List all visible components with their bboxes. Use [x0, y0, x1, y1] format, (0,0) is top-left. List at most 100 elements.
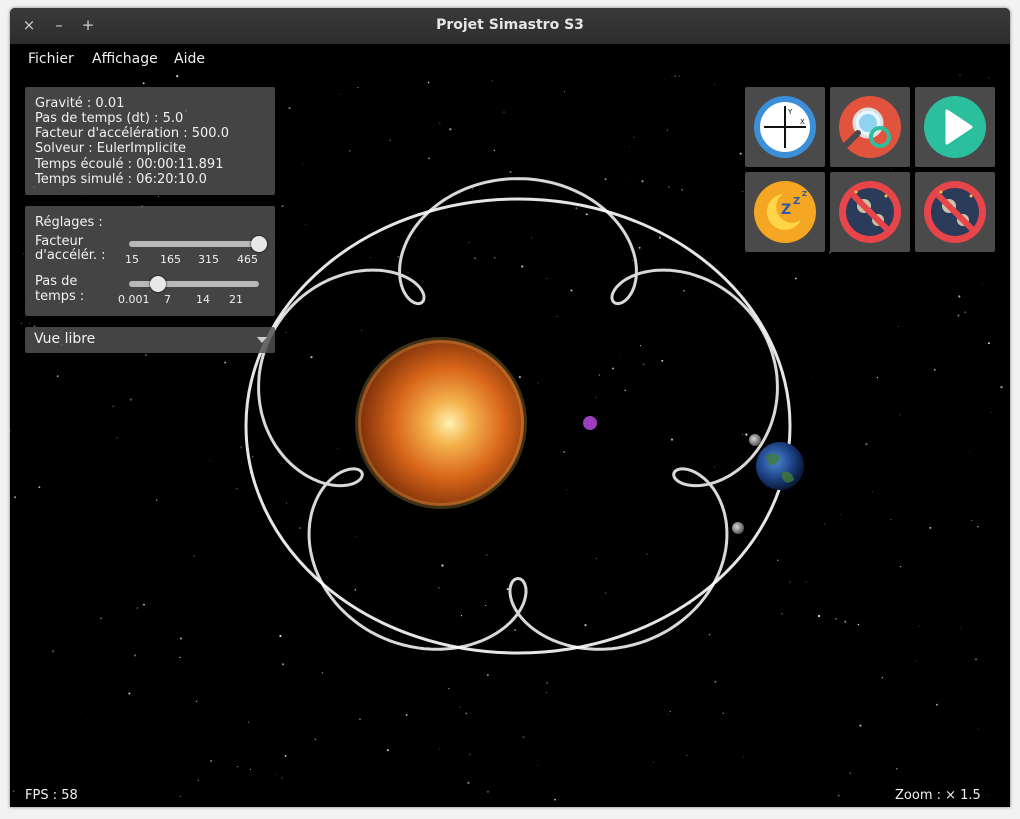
accel-label-2: d'accélér. :: [35, 248, 106, 263]
star: [165, 512, 166, 513]
accel-slider-track[interactable]: [129, 241, 259, 247]
moon[interactable]: [732, 522, 744, 534]
star: [224, 361, 227, 364]
search-button[interactable]: [830, 87, 910, 167]
star: [741, 434, 743, 436]
star: [570, 289, 573, 292]
moon[interactable]: [749, 434, 761, 446]
star: [414, 236, 416, 239]
star: [794, 277, 797, 280]
star: [354, 535, 356, 537]
menu-aide[interactable]: Aide: [174, 51, 205, 67]
star: [918, 625, 920, 627]
star: [193, 555, 195, 557]
star: [86, 719, 88, 721]
star: [745, 433, 748, 436]
earth[interactable]: [756, 442, 804, 490]
star: [288, 107, 291, 110]
svg-text:Z: Z: [793, 196, 800, 207]
play-button[interactable]: [915, 87, 995, 167]
axes-icon: Y X: [754, 96, 816, 158]
star: [357, 86, 359, 88]
axes-button[interactable]: Y X: [745, 87, 825, 167]
star: [584, 623, 587, 627]
center-of-mass-marker: [583, 416, 597, 430]
dt-tick: 0.001: [118, 293, 150, 306]
simulated-time-readout: Temps simulé : 06:20:10.0: [35, 172, 207, 187]
menu-bar: Fichier Affichage Aide: [10, 44, 1010, 74]
svg-text:X: X: [800, 118, 805, 126]
star: [284, 755, 287, 757]
star: [739, 152, 742, 155]
star: [56, 375, 59, 378]
accel-slider-thumb[interactable]: [251, 236, 267, 252]
star: [247, 721, 250, 723]
star: [604, 178, 607, 181]
star: [176, 75, 179, 78]
star: [957, 314, 960, 317]
star: [986, 794, 988, 796]
star: [674, 75, 676, 77]
star: [670, 438, 674, 441]
dt-tick: 21: [229, 293, 243, 306]
star: [575, 207, 578, 210]
star: [667, 186, 670, 188]
star: [299, 527, 301, 529]
star: [354, 589, 357, 591]
dt-slider-track[interactable]: [129, 281, 259, 287]
dt-slider-thumb[interactable]: [149, 276, 166, 292]
star: [304, 805, 305, 807]
star: [349, 149, 351, 152]
menu-fichier[interactable]: Fichier: [28, 51, 74, 67]
star: [982, 282, 983, 284]
elapsed-time-readout: Temps écoulé : 00:00:11.891: [35, 157, 224, 172]
settings-panel: Réglages : Facteur d'accélér. : 15 165 3…: [25, 206, 275, 316]
star: [518, 376, 521, 379]
star: [661, 359, 664, 362]
no-collision-button[interactable]: [830, 172, 910, 252]
star: [556, 315, 558, 317]
star: [743, 756, 745, 758]
no-collision-button-2[interactable]: [915, 172, 995, 252]
star: [468, 753, 471, 756]
star: [144, 353, 148, 357]
accel-label: Facteur: [35, 234, 84, 249]
star: [817, 614, 821, 618]
star: [667, 714, 668, 716]
star: [629, 178, 630, 179]
star: [441, 564, 444, 567]
star: [305, 224, 306, 225]
star: [812, 375, 813, 377]
svg-text:Z: Z: [802, 190, 807, 198]
star: [256, 626, 258, 628]
star: [714, 680, 717, 683]
menu-affichage[interactable]: Affichage: [92, 51, 158, 67]
star: [439, 748, 440, 750]
star: [646, 553, 648, 555]
star: [958, 295, 961, 298]
star: [805, 581, 807, 582]
solver-readout: Solveur : EulerImplicite: [35, 141, 186, 156]
star: [823, 523, 826, 526]
star: [197, 779, 199, 781]
star: [595, 396, 597, 398]
star: [468, 242, 470, 244]
star: [521, 265, 524, 268]
view-mode-select[interactable]: Vue libre: [25, 327, 275, 353]
star: [876, 376, 879, 379]
star: [612, 367, 614, 370]
star: [428, 157, 430, 160]
star: [251, 455, 254, 458]
simulation-canvas[interactable]: Gravité : 0.01 Pas de temps (dt) : 5.0 F…: [10, 74, 1010, 807]
star: [128, 692, 131, 695]
star: [459, 706, 461, 708]
settings-title: Réglages :: [35, 215, 103, 230]
svg-text:Y: Y: [787, 108, 793, 116]
dt-label: Pas de: [35, 274, 78, 289]
sleep-button[interactable]: Z Z Z: [745, 172, 825, 252]
star: [369, 257, 371, 259]
star: [112, 405, 115, 408]
star: [789, 581, 791, 583]
star: [537, 382, 539, 384]
star: [281, 663, 285, 666]
